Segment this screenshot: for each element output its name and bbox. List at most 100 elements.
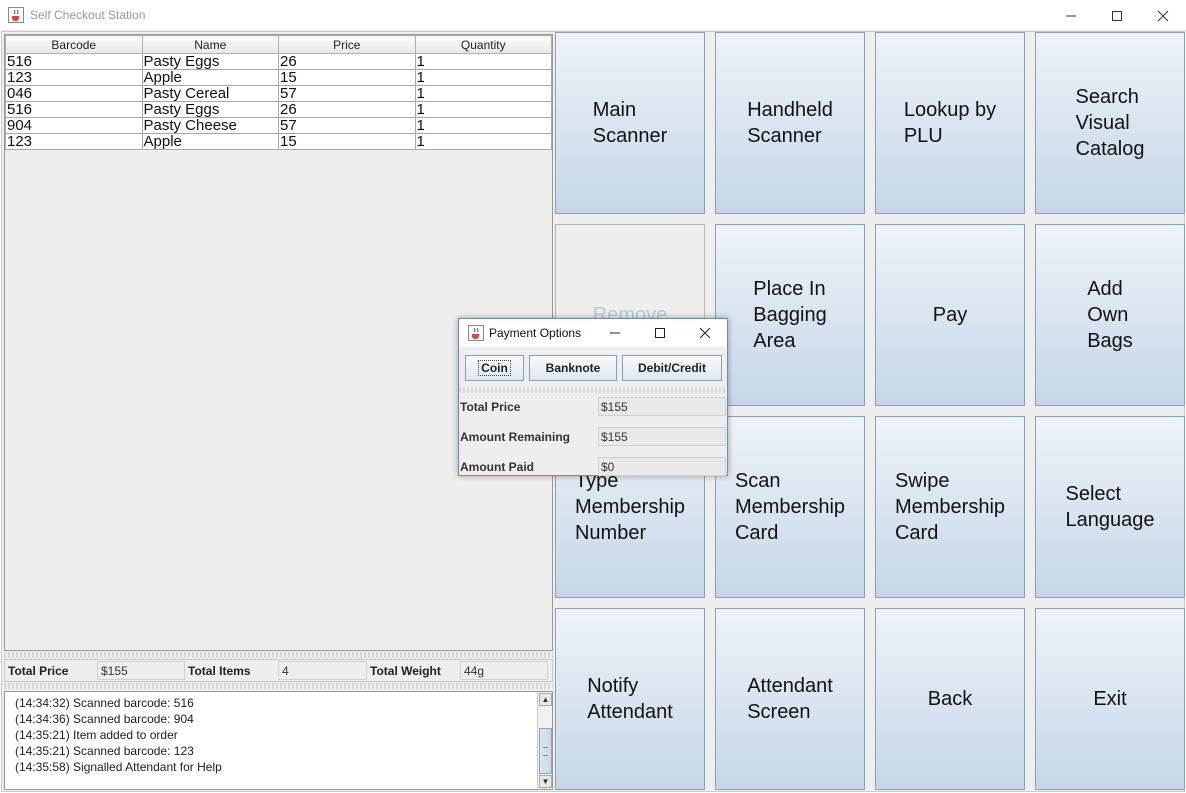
cell-barcode: 046 — [5, 85, 143, 102]
pay-button[interactable]: Pay — [875, 224, 1025, 406]
cell-quantity: 1 — [414, 69, 552, 86]
amount-remaining-label: Amount Remaining — [460, 430, 570, 444]
event-log[interactable]: (14:34:32) Scanned barcode: 516 (14:34:3… — [4, 691, 553, 790]
notify-attendant-label: Notify Attendant — [587, 675, 673, 723]
coin-label: Coin — [478, 360, 511, 376]
attendant-screen-button[interactable]: Attendant Screen — [715, 608, 865, 790]
minimize-button[interactable] — [1048, 0, 1094, 31]
log-line: (14:34:36) Scanned barcode: 904 — [15, 712, 194, 726]
amount-remaining-value: $155 — [598, 427, 726, 446]
cell-price: 57 — [278, 117, 416, 134]
handheld-scanner-button[interactable]: Handheld Scanner — [715, 32, 865, 214]
amount-paid-label: Amount Paid — [460, 460, 534, 474]
minimize-icon — [1066, 15, 1076, 16]
add-bags-button[interactable]: Add Own Bags — [1035, 224, 1185, 406]
pay-label: Pay — [932, 304, 968, 326]
table-header-row: Barcode Name Price Quantity — [5, 35, 552, 54]
select-language-button[interactable]: Select Language — [1035, 416, 1185, 598]
close-icon — [699, 327, 710, 339]
main-scanner-label: Main Scanner — [592, 99, 668, 147]
column-header-quantity[interactable]: Quantity — [414, 35, 552, 54]
place-bagging-button[interactable]: Place In Bagging Area — [715, 224, 865, 406]
cell-quantity: 1 — [414, 101, 552, 118]
dialog-close-button[interactable] — [682, 319, 727, 347]
coin-button[interactable]: Coin — [465, 355, 524, 381]
exit-label: Exit — [1093, 688, 1127, 710]
log-line: (14:35:21) Item added to order — [15, 728, 178, 742]
title-bar: Self Checkout Station — [0, 0, 1186, 31]
dialog-minimize-button[interactable] — [592, 319, 637, 347]
scroll-thumb[interactable] — [539, 728, 552, 774]
column-header-name[interactable]: Name — [141, 35, 279, 54]
cell-quantity: 1 — [414, 133, 552, 150]
minimize-icon — [609, 332, 620, 334]
table-row[interactable]: 123 Apple 15 1 — [5, 133, 552, 150]
column-header-price[interactable]: Price — [278, 35, 416, 54]
log-line: (14:35:58) Signalled Attendant for Help — [15, 760, 222, 774]
search-catalog-button[interactable]: Search Visual Catalog — [1035, 32, 1185, 214]
total-price-value: $155 — [97, 661, 185, 680]
scroll-up-arrow-icon[interactable]: ▲ — [539, 693, 552, 706]
dialog-divider[interactable] — [459, 387, 727, 393]
banknote-button[interactable]: Banknote — [529, 355, 617, 381]
amount-paid-value: $0 — [598, 457, 726, 476]
maximize-icon — [1112, 10, 1122, 21]
table-row[interactable]: 516 Pasty Eggs 26 1 — [5, 53, 552, 70]
search-catalog-label: Search Visual Catalog — [1075, 86, 1145, 160]
lookup-plu-button[interactable]: Lookup by PLU — [875, 32, 1025, 214]
cell-name: Apple — [141, 69, 279, 86]
cell-price: 15 — [278, 133, 416, 150]
total-price-label: Total Price — [8, 663, 69, 678]
cell-price: 26 — [278, 53, 416, 70]
lookup-plu-label: Lookup by PLU — [903, 99, 997, 147]
cell-quantity: 1 — [414, 85, 552, 102]
cell-barcode: 516 — [5, 53, 143, 70]
scroll-down-arrow-icon[interactable]: ▼ — [539, 775, 552, 788]
main-scanner-button[interactable]: Main Scanner — [555, 32, 705, 214]
debit-credit-button[interactable]: Debit/Credit — [622, 355, 722, 381]
dialog-title: Payment Options — [489, 326, 582, 340]
handheld-scanner-label: Handheld Scanner — [747, 99, 833, 147]
table-row[interactable]: 046 Pasty Cereal 57 1 — [5, 85, 552, 102]
swipe-membership-label: Swipe Membership Card — [894, 470, 1006, 544]
dialog-total-price-label: Total Price — [460, 400, 521, 414]
table-row[interactable]: 123 Apple 15 1 — [5, 69, 552, 86]
table-row[interactable]: 516 Pasty Eggs 26 1 — [5, 101, 552, 118]
cell-quantity: 1 — [414, 117, 552, 134]
total-weight-label: Total Weight — [370, 663, 441, 678]
maximize-icon — [654, 328, 665, 338]
cell-barcode: 123 — [5, 69, 143, 86]
close-button[interactable] — [1140, 0, 1186, 31]
column-header-barcode[interactable]: Barcode — [5, 35, 143, 54]
cell-barcode: 516 — [5, 101, 143, 118]
amount-remaining-row: Amount Remaining $155 — [460, 427, 728, 447]
place-bagging-label: Place In Bagging Area — [753, 278, 827, 352]
dialog-title-bar: Payment Options — [459, 319, 727, 347]
java-coffee-icon — [468, 325, 484, 341]
table-row[interactable]: 904 Pasty Cheese 57 1 — [5, 117, 552, 134]
cell-name: Pasty Eggs — [141, 101, 279, 118]
add-bags-label: Add Own Bags — [1087, 278, 1133, 352]
log-line: (14:34:32) Scanned barcode: 516 — [15, 696, 194, 710]
total-items-label: Total Items — [188, 663, 251, 678]
attendant-screen-label: Attendant Screen — [747, 675, 833, 723]
scan-membership-button[interactable]: Scan Membership Card — [715, 416, 865, 598]
notify-attendant-button[interactable]: Notify Attendant — [555, 608, 705, 790]
back-button[interactable]: Back — [875, 608, 1025, 790]
split-pane-divider[interactable] — [4, 683, 553, 689]
dialog-maximize-button[interactable] — [637, 319, 682, 347]
window-title: Self Checkout Station — [30, 8, 146, 22]
split-pane-divider[interactable] — [4, 652, 553, 658]
cell-quantity: 1 — [414, 53, 552, 70]
back-label: Back — [927, 688, 973, 710]
swipe-membership-button[interactable]: Swipe Membership Card — [875, 416, 1025, 598]
cell-barcode: 904 — [5, 117, 143, 134]
payment-options-dialog: Payment Options Coin Banknote Debit/Cred… — [458, 318, 728, 476]
total-items-value: 4 — [278, 661, 367, 680]
exit-button[interactable]: Exit — [1035, 608, 1185, 790]
maximize-button[interactable] — [1094, 0, 1140, 31]
cell-name: Apple — [141, 133, 279, 150]
log-scrollbar[interactable]: ▲ ▼ — [537, 692, 552, 789]
scan-membership-label: Scan Membership Card — [734, 470, 846, 544]
cell-name: Pasty Cereal — [141, 85, 279, 102]
